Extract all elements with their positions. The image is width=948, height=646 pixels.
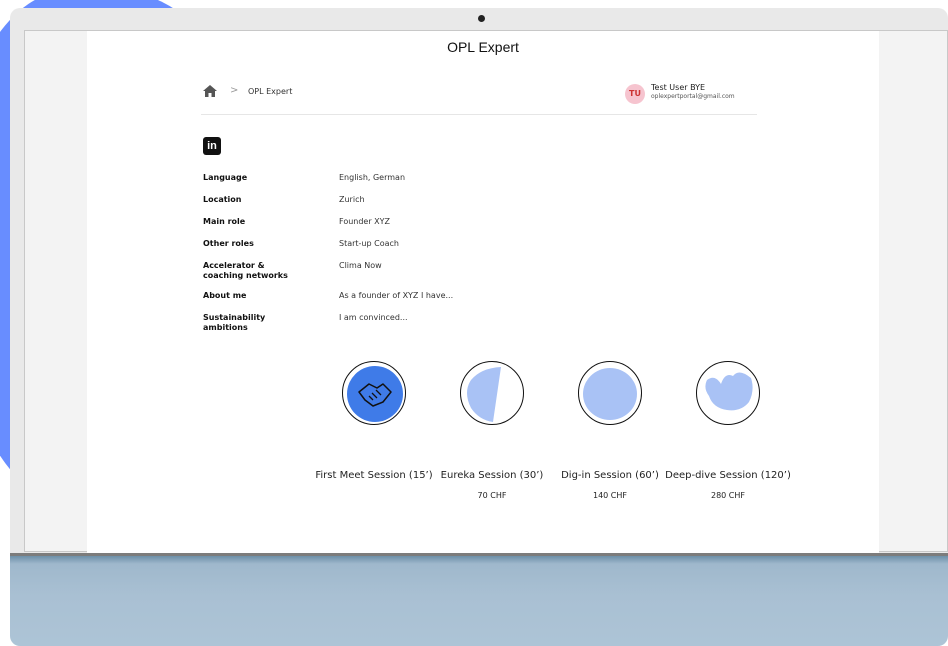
detail-row: About me As a founder of XYZ I have... <box>203 291 623 313</box>
linkedin-icon[interactable]: in <box>203 137 221 155</box>
user-email: oplexpertportal@gmail.com <box>651 93 735 100</box>
detail-value: I am convinced... <box>339 313 408 322</box>
session-card-dig-in[interactable]: Dig-in Session (60’) 140 CHF <box>545 361 675 500</box>
detail-label: Main role <box>203 217 246 226</box>
detail-value: Clima Now <box>339 261 382 270</box>
detail-value: Start-up Coach <box>339 239 399 248</box>
session-price: 280 CHF <box>710 491 745 500</box>
detail-value: Zurich <box>339 195 365 204</box>
session-price: 140 CHF <box>592 491 627 500</box>
breadcrumb-separator: > <box>230 85 239 96</box>
detail-label: Language <box>203 173 248 182</box>
session-options: First Meet Session (15’) Eureka Session … <box>267 361 791 541</box>
detail-label: Sustainability ambitions <box>203 313 266 332</box>
session-card-deep-dive[interactable]: Deep-dive Session (120’) 280 CHF <box>663 361 793 500</box>
slice-icon[interactable] <box>460 361 524 425</box>
session-name: Eureka Session (30’) <box>440 470 544 481</box>
detail-label: Other roles <box>203 239 254 248</box>
laptop-base <box>10 556 948 646</box>
session-name: Dig-in Session (60’) <box>561 470 659 481</box>
home-icon[interactable] <box>203 85 217 97</box>
detail-value: Founder XYZ <box>339 217 391 226</box>
detail-label: Accelerator & coaching networks <box>203 261 288 280</box>
detail-row: Location Zurich <box>203 195 623 217</box>
top-bar: > OPL Expert TU Test User BYE oplexpertp… <box>201 79 757 115</box>
session-name: Deep-dive Session (120’) <box>665 470 791 481</box>
detail-row: Sustainability ambitions I am convinced.… <box>203 313 623 335</box>
avatar[interactable]: TU <box>625 84 645 104</box>
laptop-bezel: OPL Expert > OPL Expert TU Test User BYE… <box>10 8 948 556</box>
detail-value: English, German <box>339 173 406 182</box>
page-title: OPL Expert <box>447 39 519 55</box>
detail-row: Other roles Start-up Coach <box>203 239 623 261</box>
detail-value: As a founder of XYZ I have... <box>339 291 454 300</box>
detail-row: Language English, German <box>203 173 623 195</box>
user-name: Test User BYE <box>651 83 706 92</box>
screenshot-stage: OPL Expert > OPL Expert TU Test User BYE… <box>0 0 948 646</box>
camera-dot <box>478 15 485 22</box>
breadcrumb-current[interactable]: OPL Expert <box>248 87 292 96</box>
session-card-first-meet[interactable]: First Meet Session (15’) <box>309 361 439 485</box>
session-price: 70 CHF <box>477 491 507 500</box>
detail-label: About me <box>203 291 247 300</box>
detail-row: Accelerator & coaching networks Clima No… <box>203 261 623 291</box>
session-card-eureka[interactable]: Eureka Session (30’) 70 CHF <box>427 361 557 500</box>
laptop-mockup: OPL Expert > OPL Expert TU Test User BYE… <box>10 8 948 646</box>
full-circle-icon[interactable] <box>578 361 642 425</box>
profile-details: Language English, German Location Zurich… <box>203 173 623 335</box>
detail-row: Main role Founder XYZ <box>203 217 623 239</box>
wave-icon[interactable] <box>696 361 760 425</box>
expert-page: OPL Expert > OPL Expert TU Test User BYE… <box>87 31 879 553</box>
session-name: First Meet Session (15’) <box>315 470 433 481</box>
handshake-icon[interactable] <box>342 361 406 425</box>
laptop-screen: OPL Expert > OPL Expert TU Test User BYE… <box>24 30 948 553</box>
detail-label: Location <box>203 195 242 204</box>
